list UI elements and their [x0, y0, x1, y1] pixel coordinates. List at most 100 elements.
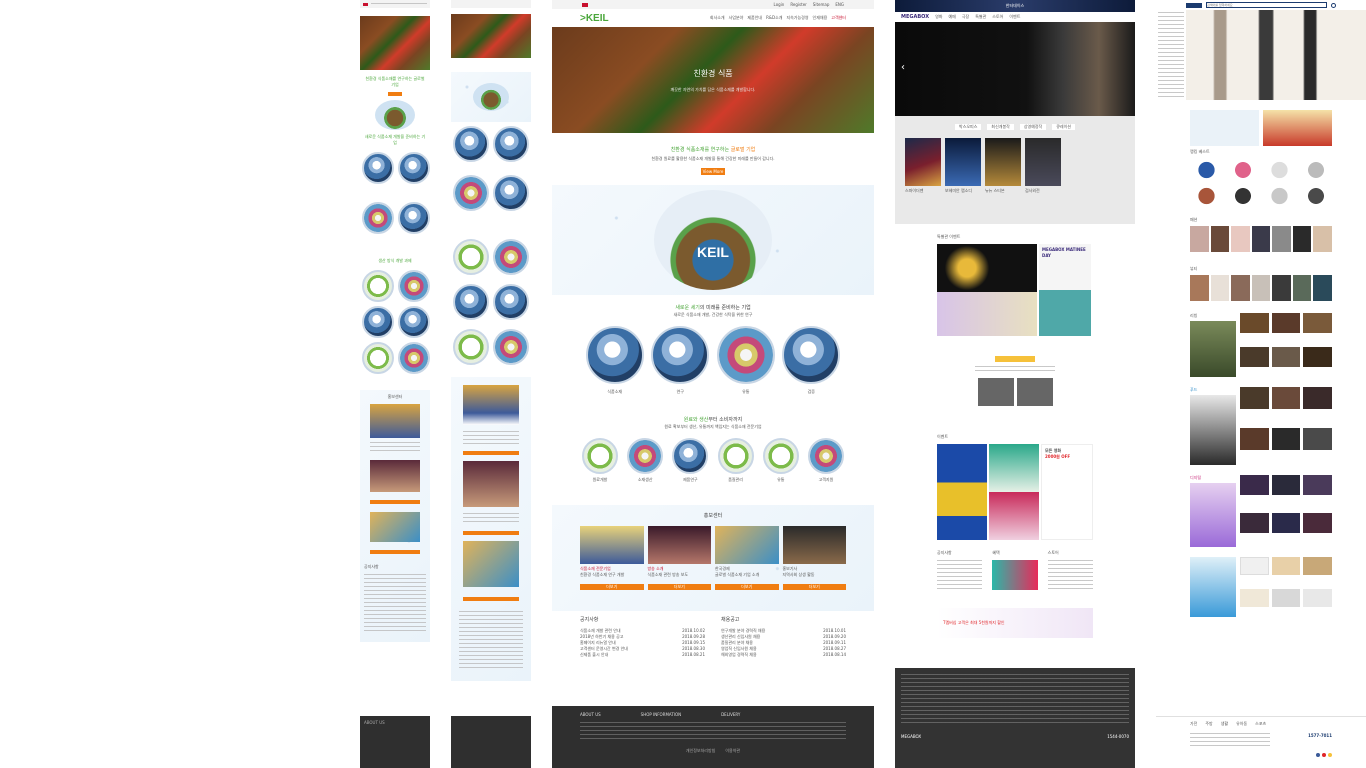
- brand-card[interactable]: [977, 378, 1014, 406]
- promo-banner[interactable]: [1263, 110, 1332, 146]
- footer-link[interactable]: 스포츠: [1255, 721, 1266, 727]
- product-thumb[interactable]: [1240, 427, 1269, 450]
- pr-card-button[interactable]: 더보기: [647, 584, 711, 590]
- movie-poster[interactable]: [905, 138, 941, 186]
- product-thumb[interactable]: [1263, 185, 1296, 207]
- event-banner[interactable]: [937, 244, 1037, 292]
- product-thumb[interactable]: [1226, 185, 1259, 207]
- top-link[interactable]: Login: [774, 2, 785, 8]
- footer-link[interactable]: 개인정보처리방침: [686, 748, 715, 754]
- feature-banner[interactable]: [1190, 395, 1236, 465]
- product-thumb[interactable]: [1271, 346, 1301, 367]
- social-icon[interactable]: [1316, 753, 1320, 757]
- movie-poster[interactable]: [1025, 138, 1061, 186]
- movie-title[interactable]: 뉴뉴 스티븐: [985, 188, 1021, 194]
- nav-item[interactable]: 이벤트: [1009, 14, 1020, 20]
- product-thumb[interactable]: [1240, 512, 1269, 533]
- product-thumb[interactable]: [1272, 275, 1291, 301]
- search-icon[interactable]: [1331, 2, 1336, 8]
- top-link[interactable]: Register: [790, 2, 806, 8]
- product-thumb[interactable]: [1190, 226, 1209, 252]
- product-thumb[interactable]: [1240, 387, 1269, 409]
- nav-item[interactable]: R&D소개: [766, 15, 782, 21]
- product-thumb[interactable]: [1240, 557, 1269, 575]
- nav-item[interactable]: 회사소개: [710, 15, 725, 21]
- recruit-item[interactable]: 해외영업 경력직 채용: [721, 652, 757, 658]
- view-more-button[interactable]: View More: [701, 168, 725, 175]
- top-banner[interactable]: 한터데이스: [895, 0, 1135, 12]
- product-thumb[interactable]: [1210, 275, 1230, 301]
- movie-title[interactable]: 스파이더맨: [905, 188, 941, 194]
- promo-banner[interactable]: [1190, 110, 1259, 146]
- nav-item[interactable]: 극장: [962, 14, 969, 20]
- product-thumb[interactable]: [1271, 557, 1301, 575]
- pr-card-button[interactable]: 더보기: [715, 584, 779, 590]
- product-thumb[interactable]: [1303, 313, 1332, 333]
- nav-item[interactable]: 스토어: [992, 14, 1003, 20]
- product-thumb[interactable]: [1313, 226, 1332, 252]
- brand-card[interactable]: [1016, 378, 1053, 406]
- product-thumb[interactable]: [1263, 159, 1296, 181]
- product-thumb[interactable]: [1303, 387, 1332, 409]
- hero-banner[interactable]: [1186, 10, 1366, 100]
- more-button[interactable]: [463, 531, 519, 535]
- movie-poster[interactable]: [985, 138, 1021, 186]
- product-thumb[interactable]: [1271, 588, 1301, 607]
- nav-item[interactable]: 특별관: [975, 14, 986, 20]
- sale-banner[interactable]: 모든 영화 2000원 OFF: [1041, 444, 1093, 540]
- event-banner[interactable]: [989, 444, 1039, 492]
- movie-title[interactable]: 보헤미안 랩소디: [945, 188, 981, 194]
- pr-card-button[interactable]: 더보기: [580, 584, 644, 590]
- product-thumb[interactable]: [1231, 226, 1250, 252]
- product-thumb[interactable]: [1190, 275, 1209, 301]
- product-thumb[interactable]: [1292, 226, 1312, 252]
- event-banner[interactable]: [989, 492, 1039, 540]
- search-input[interactable]: [1206, 2, 1327, 8]
- product-thumb[interactable]: [1190, 185, 1223, 207]
- footer-link[interactable]: 유아동: [1236, 721, 1247, 727]
- event-banner[interactable]: [937, 292, 1037, 336]
- feature-banner[interactable]: [1190, 321, 1236, 377]
- chevron-left-icon[interactable]: ‹: [901, 62, 905, 73]
- product-thumb[interactable]: [1272, 226, 1291, 252]
- product-thumb[interactable]: [1303, 346, 1332, 367]
- product-thumb[interactable]: [1240, 346, 1269, 367]
- product-thumb[interactable]: [1271, 512, 1301, 533]
- nav-item[interactable]: 사업분야: [729, 15, 744, 21]
- top-link[interactable]: Sitemap: [813, 2, 830, 8]
- product-thumb[interactable]: [1231, 275, 1250, 301]
- product-thumb[interactable]: [1190, 159, 1223, 181]
- product-thumb[interactable]: [1271, 387, 1301, 409]
- product-thumb[interactable]: [1299, 159, 1332, 181]
- product-thumb[interactable]: [1271, 313, 1301, 333]
- footer-link[interactable]: 가전: [1190, 721, 1197, 727]
- nav-item[interactable]: 영화: [935, 14, 942, 20]
- nav-item[interactable]: 인재채용: [813, 15, 828, 21]
- nav-item[interactable]: 지속가능경영: [786, 15, 808, 21]
- product-thumb[interactable]: [1210, 226, 1230, 252]
- nav-item[interactable]: 예매: [948, 14, 955, 20]
- logo[interactable]: MEGABOX: [901, 14, 929, 20]
- feature-banner[interactable]: [1190, 483, 1236, 547]
- movie-poster[interactable]: [945, 138, 981, 186]
- logo[interactable]: [1186, 2, 1202, 8]
- pr-card-button[interactable]: 더보기: [782, 584, 846, 590]
- more-button[interactable]: [463, 597, 519, 601]
- product-thumb[interactable]: [1226, 159, 1259, 181]
- footer-link[interactable]: 생활: [1221, 721, 1228, 727]
- tab-curation[interactable]: 큐레이션: [1052, 124, 1075, 130]
- feature-banner[interactable]: [1190, 557, 1236, 617]
- event-banner[interactable]: [937, 444, 987, 540]
- product-thumb[interactable]: [1303, 557, 1332, 575]
- nav-item[interactable]: 고객센터: [831, 15, 846, 21]
- product-thumb[interactable]: [1271, 475, 1301, 495]
- nav-item[interactable]: 제품안내: [747, 15, 762, 21]
- product-thumb[interactable]: [1251, 275, 1271, 301]
- product-thumb[interactable]: [1240, 588, 1269, 607]
- product-thumb[interactable]: [1303, 427, 1332, 450]
- social-icon[interactable]: [1322, 753, 1326, 757]
- more-button[interactable]: [370, 550, 420, 554]
- product-thumb[interactable]: [1240, 313, 1269, 333]
- more-button[interactable]: [370, 500, 420, 504]
- product-thumb[interactable]: [1251, 226, 1271, 252]
